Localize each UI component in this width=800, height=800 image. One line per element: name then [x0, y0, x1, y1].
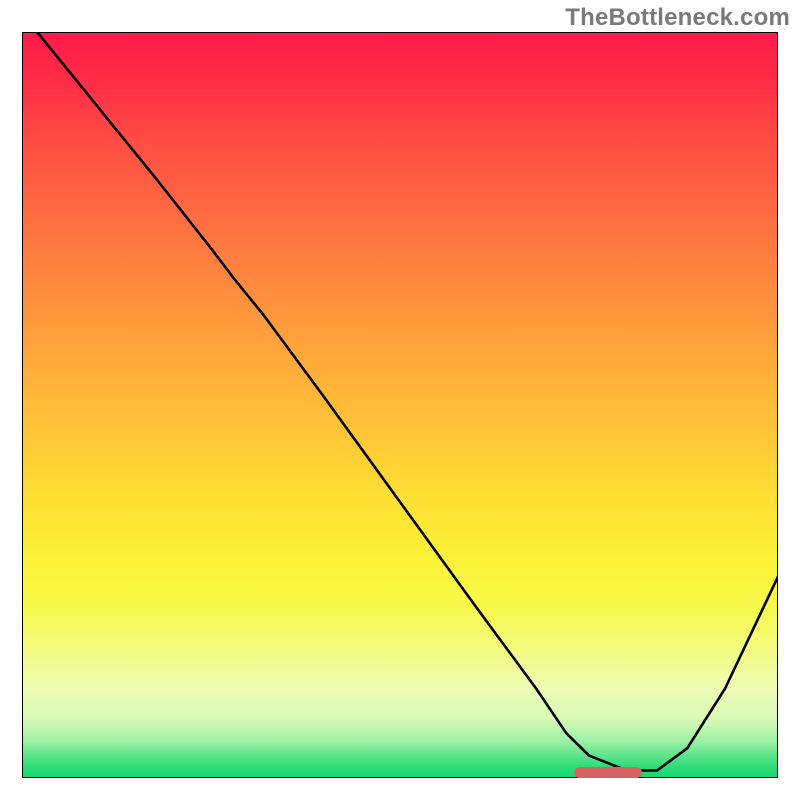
watermark-text: TheBottleneck.com: [565, 4, 790, 32]
plot-area: [22, 32, 778, 778]
optimal-range-marker: [574, 767, 642, 778]
heat-gradient-background: [22, 32, 778, 778]
chart-wrapper: TheBottleneck.com: [0, 0, 800, 800]
